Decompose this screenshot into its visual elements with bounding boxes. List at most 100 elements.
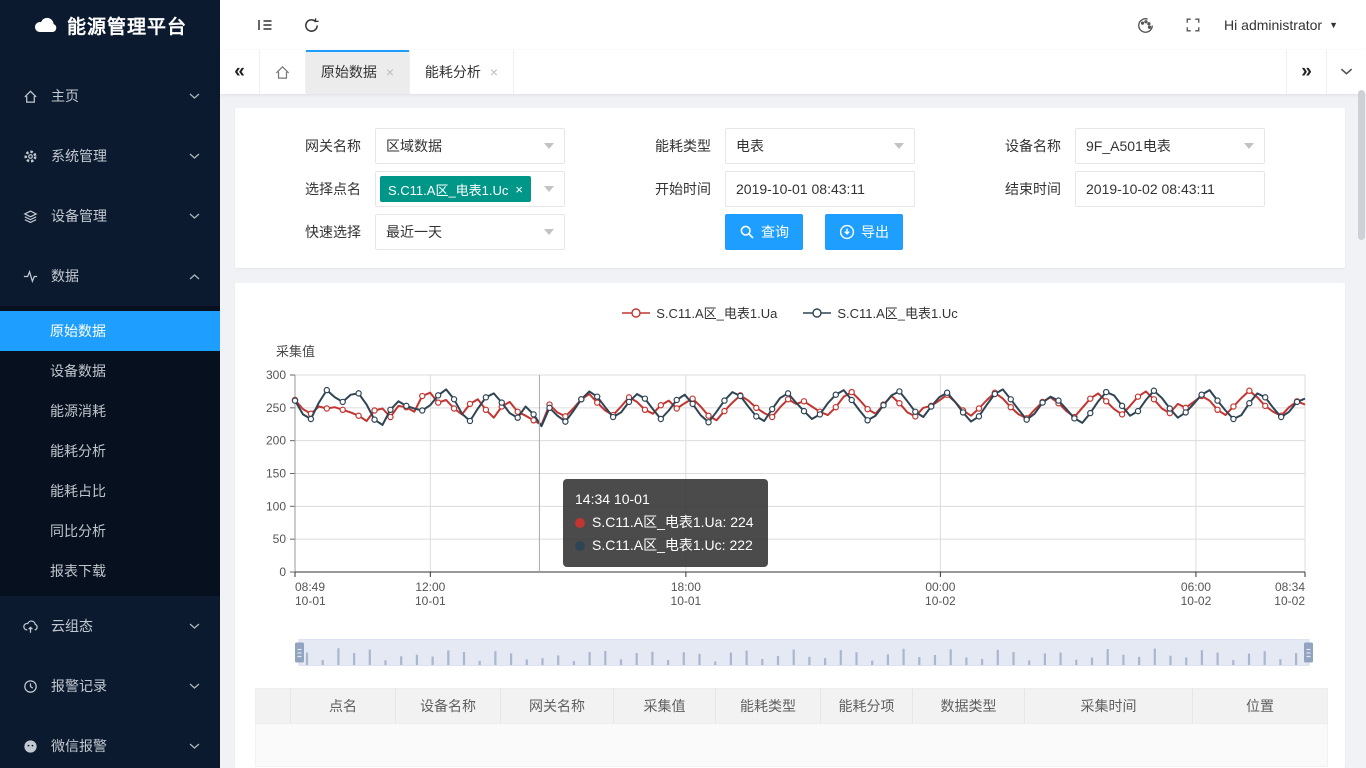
- svg-text:06:00: 06:00: [1181, 580, 1211, 594]
- device-select[interactable]: 9F_A501电表: [1075, 128, 1265, 164]
- energy-type-label: 能耗类型: [635, 136, 711, 156]
- page-scrollbar-thumb[interactable]: [1358, 90, 1365, 240]
- start-time-input[interactable]: [725, 171, 915, 207]
- datazoom-track[interactable]: [295, 639, 1313, 666]
- sidebar-item-label: 系统管理: [51, 146, 189, 166]
- fullscreen-button[interactable]: [1176, 8, 1210, 42]
- sidebar: 能源管理平台 主页系统管理设备管理数据原始数据设备数据能源消耗能耗分析能耗占比同…: [0, 0, 220, 768]
- refresh-button[interactable]: [294, 8, 328, 42]
- svg-text:10-01: 10-01: [295, 594, 326, 608]
- sidebar-item-device-management[interactable]: 设备管理: [0, 186, 220, 246]
- datazoom-slider[interactable]: [295, 639, 1313, 666]
- sidebar-subitem-report-download[interactable]: 报表下载: [0, 551, 220, 591]
- svg-text:0: 0: [279, 565, 286, 579]
- chart-panel: S.C11.A区_电表1.UaS.C11.A区_电表1.Uc 采集值 05010…: [235, 283, 1345, 768]
- table-header-cell: 位置: [1193, 689, 1327, 723]
- sidebar-submenu-data: 原始数据设备数据能源消耗能耗分析能耗占比同比分析报表下载: [0, 306, 220, 596]
- table-header-cell: 数据类型: [913, 689, 1025, 723]
- chevron-down-icon: [189, 683, 200, 690]
- data-table: 点名设备名称网关名称采集值能耗类型能耗分项数据类型采集时间位置: [255, 688, 1328, 767]
- sidebar-collapse-button[interactable]: [248, 8, 282, 42]
- svg-text:200: 200: [266, 434, 286, 448]
- svg-text:100: 100: [266, 499, 286, 513]
- sidebar-item-system-management[interactable]: 系统管理: [0, 126, 220, 186]
- sidebar-subitem-energy-ratio[interactable]: 能耗占比: [0, 471, 220, 511]
- tabs-more-button[interactable]: [1326, 50, 1366, 94]
- cloud-upload-icon: [22, 618, 39, 635]
- sidebar-item-wechat-alarm[interactable]: 微信报警: [0, 716, 220, 768]
- svg-text:00:00: 00:00: [925, 580, 955, 594]
- svg-text:18:00: 18:00: [671, 580, 701, 594]
- gateway-select[interactable]: 区域数据: [375, 128, 565, 164]
- energy-type-select[interactable]: 电表: [725, 128, 915, 164]
- sidebar-subitem-energy-analysis[interactable]: 能耗分析: [0, 431, 220, 471]
- tab-raw-data[interactable]: 原始数据 ×: [306, 50, 410, 94]
- topbar: Hi administrator ▼: [220, 0, 1366, 50]
- user-caret-icon: ▼: [1329, 20, 1338, 30]
- svg-text:12:00: 12:00: [415, 580, 445, 594]
- chevron-down-icon: [189, 153, 200, 160]
- svg-text:08:49: 08:49: [295, 580, 325, 594]
- table-header-cell: 能耗类型: [716, 689, 821, 723]
- content-area: 网关名称 区域数据 能耗类型 电表 设备名称: [220, 94, 1366, 768]
- sidebar-subitem-device-data[interactable]: 设备数据: [0, 351, 220, 391]
- table-header-cell: 点名: [291, 689, 396, 723]
- clock-icon: [22, 678, 39, 695]
- svg-text:10-01: 10-01: [415, 594, 446, 608]
- select-caret-icon: [544, 186, 554, 192]
- sidebar-item-label: 设备管理: [51, 206, 189, 226]
- tab-home[interactable]: [260, 50, 306, 94]
- sidebar-item-home[interactable]: 主页: [0, 66, 220, 126]
- svg-text:300: 300: [266, 368, 286, 382]
- tab-close-icon[interactable]: ×: [386, 64, 394, 80]
- end-time-input[interactable]: [1075, 171, 1265, 207]
- sidebar-nav: 主页系统管理设备管理数据原始数据设备数据能源消耗能耗分析能耗占比同比分析报表下载…: [0, 50, 220, 768]
- chevron-down-icon: [1340, 68, 1353, 76]
- chart-legend: S.C11.A区_电表1.Ua S.C11.A区_电表1.Uc: [235, 303, 1345, 322]
- filter-panel: 网关名称 区域数据 能耗类型 电表 设备名称: [235, 108, 1345, 268]
- table-header-cell: 采集值: [614, 689, 716, 723]
- chevron-down-icon: [189, 213, 200, 220]
- selected-point-tag[interactable]: S.C11.A区_电表1.Uc ×: [380, 176, 531, 202]
- table-header-row: 点名设备名称网关名称采集值能耗类型能耗分项数据类型采集时间位置: [255, 688, 1328, 724]
- layers-icon: [22, 208, 39, 225]
- legend-item[interactable]: S.C11.A区_电表1.Uc: [803, 303, 957, 322]
- tabbar: « 原始数据 × 能耗分析 × »: [220, 50, 1366, 94]
- legend-item[interactable]: S.C11.A区_电表1.Ua: [622, 303, 777, 322]
- sidebar-item-cloud-scada[interactable]: 云组态: [0, 596, 220, 656]
- tabs-scroll-left-button[interactable]: «: [220, 50, 260, 94]
- tab-energy-analysis[interactable]: 能耗分析 ×: [410, 50, 514, 94]
- app-title: 能源管理平台: [67, 12, 187, 39]
- sidebar-subitem-yoy-analysis[interactable]: 同比分析: [0, 511, 220, 551]
- tag-close-icon[interactable]: ×: [515, 182, 523, 197]
- sidebar-item-alarm-records[interactable]: 报警记录: [0, 656, 220, 716]
- datazoom-handle[interactable]: [1304, 643, 1313, 663]
- legend-line-icon: [803, 307, 831, 319]
- user-menu[interactable]: Hi administrator ▼: [1224, 17, 1338, 33]
- sidebar-item-data[interactable]: 数据: [0, 246, 220, 306]
- refresh-icon: [303, 17, 320, 34]
- main-column: Hi administrator ▼ « 原始数据 × 能耗分析 × »: [220, 0, 1366, 768]
- tabs-scroll-right-button[interactable]: »: [1286, 50, 1326, 94]
- table-header-cell: 设备名称: [396, 689, 501, 723]
- tab-close-icon[interactable]: ×: [490, 64, 498, 80]
- query-button[interactable]: 查询: [725, 214, 803, 250]
- sidebar-item-label: 数据: [51, 266, 189, 286]
- point-label: 选择点名: [285, 179, 361, 199]
- sidebar-subitem-raw-data[interactable]: 原始数据: [0, 311, 220, 351]
- select-caret-icon: [894, 143, 904, 149]
- sidebar-item-label: 微信报警: [51, 736, 189, 756]
- start-time-label: 开始时间: [635, 179, 711, 199]
- datazoom-handle[interactable]: [295, 643, 304, 663]
- sidebar-subitem-energy-consumption[interactable]: 能源消耗: [0, 391, 220, 431]
- point-multiselect[interactable]: S.C11.A区_电表1.Uc ×: [375, 171, 565, 207]
- quick-select[interactable]: 最近一天: [375, 214, 565, 250]
- svg-text:10-02: 10-02: [925, 594, 956, 608]
- app-logo: 能源管理平台: [0, 0, 220, 50]
- theme-button[interactable]: [1128, 8, 1162, 42]
- legend-line-icon: [622, 307, 650, 319]
- legend-label: S.C11.A区_电表1.Ua: [656, 303, 777, 322]
- sidebar-item-label: 报警记录: [51, 676, 189, 696]
- quick-select-label: 快速选择: [285, 222, 361, 242]
- export-button[interactable]: 导出: [825, 214, 903, 250]
